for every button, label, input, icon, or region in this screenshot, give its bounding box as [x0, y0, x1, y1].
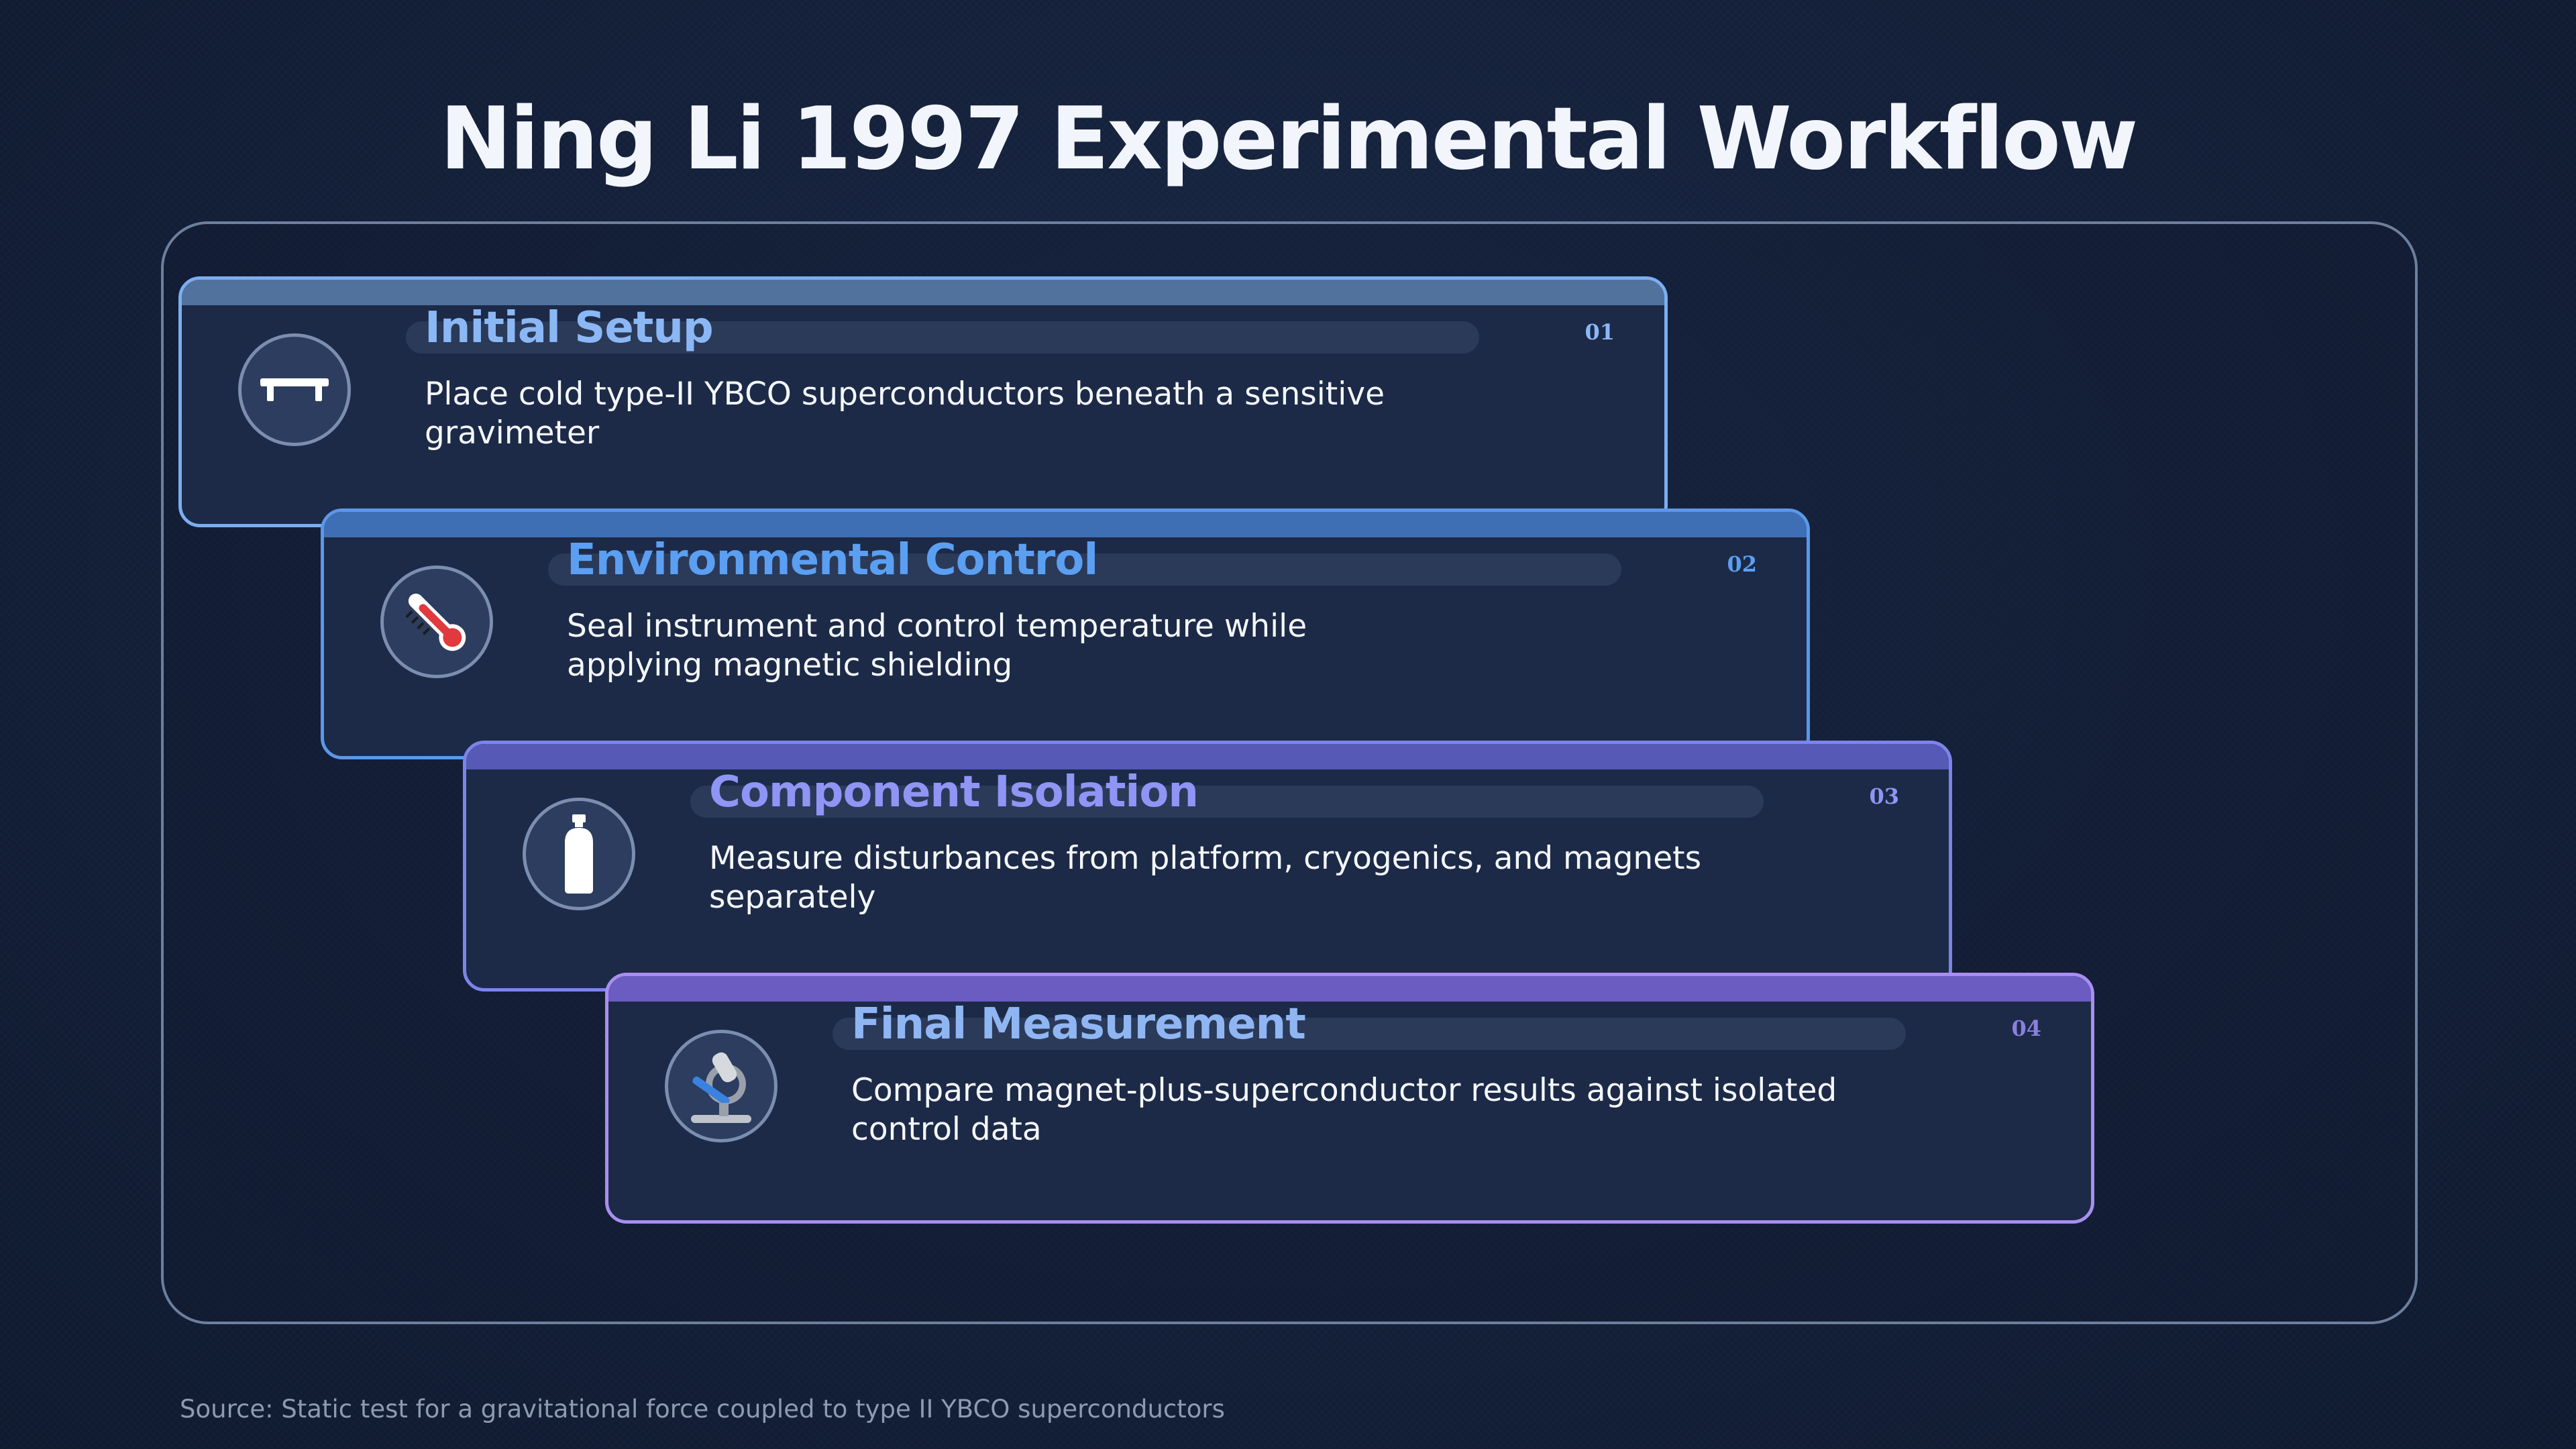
step-number: 03 — [1869, 784, 1899, 809]
step-description: Compare magnet-plus-superconductor resul… — [851, 1072, 1837, 1148]
workflow-step-3: Component Isolation 03 Measure disturban… — [463, 741, 1952, 991]
thermometer-icon — [405, 593, 466, 651]
step-header-bar — [182, 280, 1664, 305]
step-number: 02 — [1727, 551, 1757, 577]
step-header-bar — [608, 976, 2091, 1002]
step-number: 04 — [2011, 1016, 2041, 1041]
page-title: Ning Li 1997 Experimental Workflow — [439, 89, 2138, 189]
step-icon-badge — [238, 333, 351, 446]
step-title: Final Measurement — [851, 1000, 1306, 1049]
step-icon-badge — [665, 1030, 777, 1142]
step-icon-badge — [523, 798, 635, 910]
step-title: Component Isolation — [709, 767, 1199, 817]
step-description: Measure disturbances from platform, cryo… — [709, 840, 1702, 916]
step-description: Place cold type-II YBCO superconductors … — [425, 376, 1385, 451]
microscope-icon — [691, 1052, 751, 1123]
step-description: Seal instrument and control temperature … — [567, 608, 1307, 684]
workflow-step-2: Environmental Control 02 Seal instrument… — [321, 508, 1810, 759]
workflow-step-4: Final Measurement 04 Compare magnet-plus… — [605, 973, 2094, 1224]
step-icon-badge — [380, 566, 493, 678]
workflow-step-1: Initial Setup 01 Place cold type-II YBCO… — [178, 276, 1668, 527]
step-number: 01 — [1585, 319, 1615, 345]
step-header-bar — [466, 744, 1949, 769]
step-title: Initial Setup — [425, 303, 714, 353]
gas-cylinder-icon — [565, 814, 593, 894]
step-title: Environmental Control — [567, 535, 1098, 585]
source-note: Source: Static test for a gravitational … — [180, 1395, 1225, 1424]
platform-icon — [260, 378, 329, 401]
